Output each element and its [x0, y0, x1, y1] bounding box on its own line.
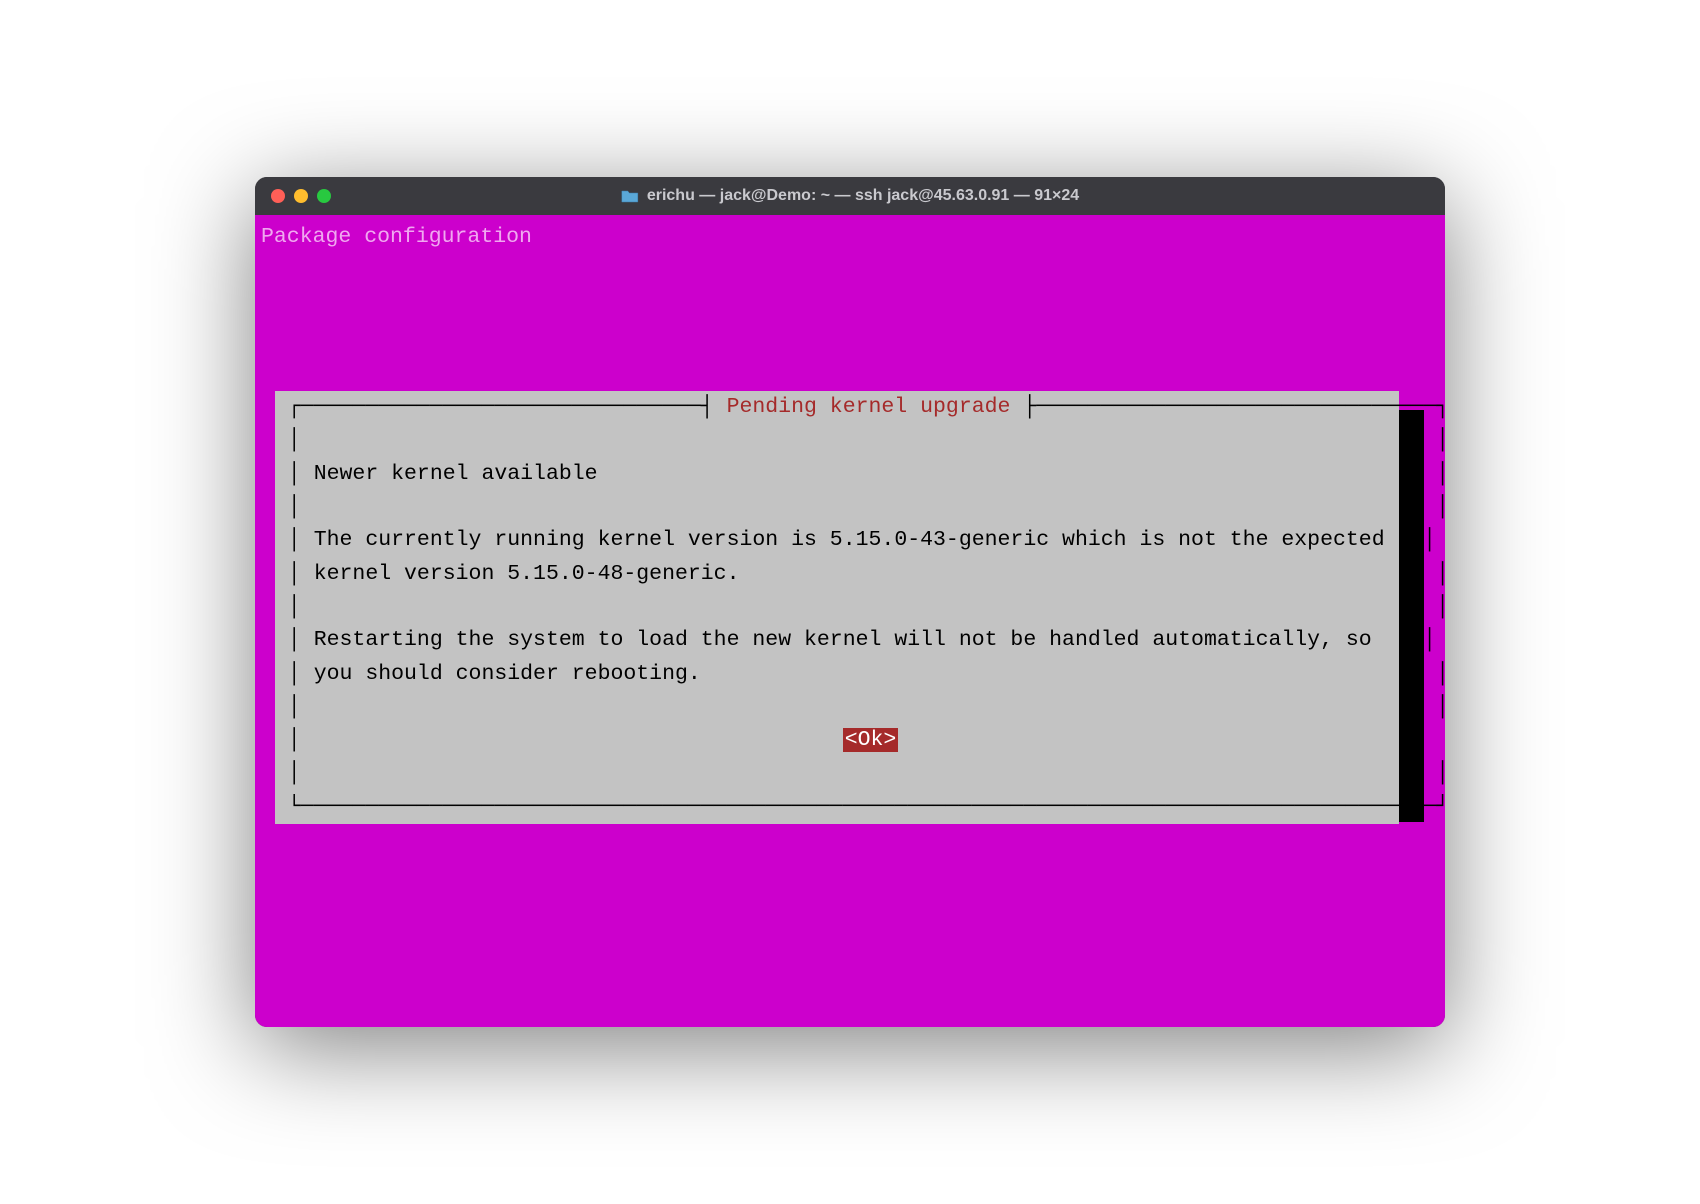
terminal-window: erichu — jack@Demo: ~ — ssh jack@45.63.0… [255, 177, 1445, 1027]
dialog-body-line2: kernel version 5.15.0-48-generic. [314, 562, 740, 586]
window-title-group: erichu — jack@Demo: ~ — ssh jack@45.63.0… [621, 187, 1079, 205]
window-titlebar[interactable]: erichu — jack@Demo: ~ — ssh jack@45.63.0… [255, 177, 1445, 215]
dialog-title: Pending kernel upgrade [727, 395, 1011, 419]
terminal-body[interactable]: Package configuration ┌─────────────────… [255, 215, 1445, 1027]
traffic-lights [271, 189, 331, 203]
dialog-body-line1: The currently running kernel version is … [314, 528, 1385, 552]
dialog-body-line3: Restarting the system to load the new ke… [314, 628, 1372, 652]
dialog-subtitle: Newer kernel available [314, 462, 598, 486]
package-config-header: Package configuration [261, 221, 1439, 254]
window-title: erichu — jack@Demo: ~ — ssh jack@45.63.0… [647, 187, 1079, 205]
dialog-body-line4: you should consider rebooting. [314, 662, 701, 686]
folder-icon [621, 189, 639, 203]
zoom-icon[interactable] [317, 189, 331, 203]
dialog-content: ┌───────────────────────────────┤ Pendin… [275, 391, 1399, 824]
ok-button[interactable]: <Ok> [843, 728, 899, 752]
close-icon[interactable] [271, 189, 285, 203]
dialog-box: ┌───────────────────────────────┤ Pendin… [275, 391, 1399, 824]
terminal-window-container: erichu — jack@Demo: ~ — ssh jack@45.63.0… [255, 177, 1445, 1027]
minimize-icon[interactable] [294, 189, 308, 203]
